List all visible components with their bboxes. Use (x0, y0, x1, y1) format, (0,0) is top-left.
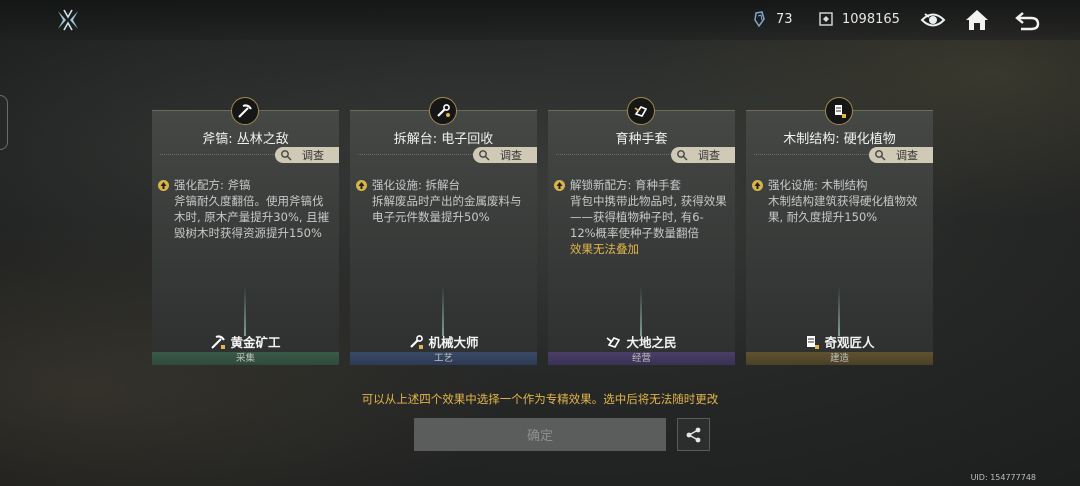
top-bar: 73 1098165 (0, 0, 1080, 40)
specialty-card-1[interactable]: 斧镐: 丛林之敌 调查 强化配方: 斧镐 斧镐耐久度翻倍。使用斧镐伐木时, 原木… (152, 97, 339, 365)
resource-crystal-value: 73 (776, 11, 793, 27)
magnifier-icon (875, 150, 886, 161)
card-title: 育种手套 (615, 132, 668, 147)
effect-warning: 效果无法叠加 (570, 242, 639, 256)
magnifier-icon (281, 150, 292, 161)
category-label: 采集 (152, 352, 339, 365)
x-logo-icon[interactable] (56, 8, 80, 32)
specialty-name: 大地之民 (626, 335, 677, 350)
light-beam (244, 286, 246, 336)
effect-head: 强化设施: 拆解台 (372, 178, 461, 192)
back-arrow-icon[interactable] (1013, 6, 1041, 34)
mechanic-wrench-icon (410, 334, 424, 349)
specialty-name: 机械大师 (428, 335, 479, 350)
card-title: 木制结构: 硬化植物 (783, 132, 896, 147)
specialty-label: 机械大师 (350, 332, 537, 351)
selection-notice: 可以从上述四个效果中选择一个作为专精效果。选中后将无法随时更改 (361, 392, 719, 406)
effect-description: 强化配方: 斧镐 斧镐耐久度翻倍。使用斧镐伐木时, 原木产量提升30%, 且摧毁… (158, 177, 333, 241)
pickaxe-icon (231, 97, 259, 125)
specialty-name: 奇观匠人 (824, 335, 875, 350)
arrow-up-badge-icon (554, 179, 565, 191)
specialty-label: 大地之民 (548, 332, 735, 351)
home-icon[interactable] (963, 6, 991, 34)
specialty-card-2[interactable]: 拆解台: 电子回收 调查 强化设施: 拆解台 拆解废品时产出的金属废料与电子元件… (350, 97, 537, 365)
miner-pickaxe-icon (211, 334, 226, 349)
magnifier-icon (479, 150, 490, 161)
coin-box-icon (819, 12, 833, 26)
light-beam (838, 286, 840, 336)
specialty-card-4[interactable]: 木制结构: 硬化植物 调查 强化设施: 木制结构 木制结构建筑获得硬化植物效果,… (746, 97, 933, 365)
user-id: UID: 154777748 (970, 473, 1036, 482)
share-button[interactable] (677, 418, 710, 451)
glove-icon (627, 97, 655, 125)
category-label: 建造 (746, 352, 933, 365)
divider (754, 154, 871, 155)
effect-description: 强化设施: 拆解台 拆解废品时产出的金属废料与电子元件数量提升50% (356, 177, 531, 225)
share-icon (686, 427, 700, 442)
side-tab[interactable] (0, 95, 8, 150)
investigate-label: 调查 (500, 149, 522, 162)
earth-glove-icon (606, 336, 621, 348)
wood-structure-icon (825, 97, 853, 125)
divider (160, 154, 277, 155)
specialty-label: 奇观匠人 (746, 332, 933, 351)
category-label: 经营 (548, 352, 735, 365)
investigate-button[interactable]: 调查 (671, 147, 735, 163)
effect-head: 强化设施: 木制结构 (768, 178, 868, 192)
effect-description: 解锁新配方: 育种手套 背包中携带此物品时, 获得效果——获得植物种子时, 有6… (554, 177, 729, 257)
light-beam (640, 286, 642, 336)
resource-coin: 1098165 (818, 11, 900, 27)
investigate-label: 调查 (698, 149, 720, 162)
wrench-icon (429, 97, 457, 125)
card-title: 拆解台: 电子回收 (393, 132, 494, 147)
crystal-icon (754, 11, 765, 27)
effect-description: 强化设施: 木制结构 木制结构建筑获得硬化植物效果, 耐久度提升150% (752, 177, 927, 225)
light-beam (442, 286, 444, 336)
resource-coin-value: 1098165 (842, 11, 900, 27)
arrow-up-badge-icon (158, 179, 169, 191)
effect-body: 木制结构建筑获得硬化植物效果, 耐久度提升150% (768, 194, 918, 224)
effect-body: 斧镐耐久度翻倍。使用斧镐伐木时, 原木产量提升30%, 且摧毁树木时获得资源提升… (174, 194, 330, 240)
specialty-label: 黄金矿工 (152, 332, 339, 351)
card-title: 斧镐: 丛林之敌 (202, 132, 289, 147)
specialty-name: 黄金矿工 (230, 335, 281, 350)
investigate-button[interactable]: 调查 (869, 147, 933, 163)
category-label: 工艺 (350, 352, 537, 365)
investigate-label: 调查 (302, 149, 324, 162)
effect-head: 强化配方: 斧镐 (174, 178, 251, 192)
resource-crystal: 73 (752, 11, 793, 27)
investigate-button[interactable]: 调查 (275, 147, 339, 163)
eye-icon[interactable] (919, 6, 947, 34)
specialty-card-3[interactable]: 育种手套 调查 解锁新配方: 育种手套 背包中携带此物品时, 获得效果——获得植… (548, 97, 735, 365)
effect-body: 拆解废品时产出的金属废料与电子元件数量提升50% (372, 194, 522, 224)
investigate-button[interactable]: 调查 (473, 147, 537, 163)
magnifier-icon (677, 150, 688, 161)
craftsman-icon (807, 335, 820, 349)
investigate-label: 调查 (896, 149, 918, 162)
confirm-button[interactable]: 确定 (414, 418, 666, 451)
arrow-up-badge-icon (752, 179, 763, 191)
effect-body: 背包中携带此物品时, 获得效果——获得植物种子时, 有6-12%概率使种子数量翻… (570, 194, 727, 240)
arrow-up-badge-icon (356, 179, 367, 191)
divider (358, 154, 475, 155)
divider (556, 154, 673, 155)
effect-head: 解锁新配方: 育种手套 (570, 178, 682, 192)
